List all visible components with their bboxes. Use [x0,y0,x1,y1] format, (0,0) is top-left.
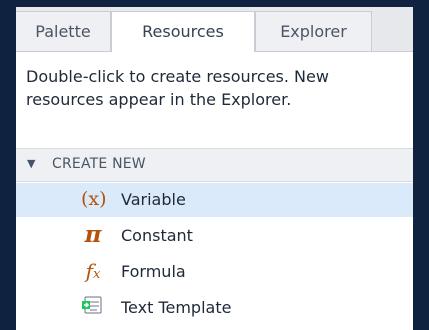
section-label: CREATE NEW [52,156,146,172]
list-item-variable[interactable]: (x) Variable [16,183,413,217]
variable-icon: (x) [81,188,107,210]
tab-palette[interactable]: Palette [16,11,111,51]
collapse-triangle-icon[interactable]: ▼ [27,157,35,170]
pi-icon: π [84,221,102,248]
tab-bar: Palette Resources Explorer [16,7,413,52]
text-template-icon [81,295,105,319]
item-label: Variable [121,190,186,209]
resources-description: Double-click to create resources. New re… [26,67,329,109]
fx-icon: fx [85,259,101,283]
item-label: Text Template [121,298,232,317]
tab-explorer[interactable]: Explorer [255,11,372,51]
item-label: Constant [121,226,193,245]
item-label: Formula [121,262,186,281]
list-item-text-template[interactable]: Text Template [16,291,413,325]
tab-palette-label: Palette [35,22,91,41]
create-new-section-header[interactable]: ▼ CREATE NEW [16,148,413,182]
tab-explorer-label: Explorer [280,22,347,41]
resources-panel: Palette Resources Explorer Double-click … [16,7,413,330]
tab-resources-label: Resources [142,22,224,41]
list-item-formula[interactable]: fx Formula [16,255,413,289]
list-item-constant[interactable]: π Constant [16,219,413,253]
tab-resources[interactable]: Resources [111,11,255,52]
